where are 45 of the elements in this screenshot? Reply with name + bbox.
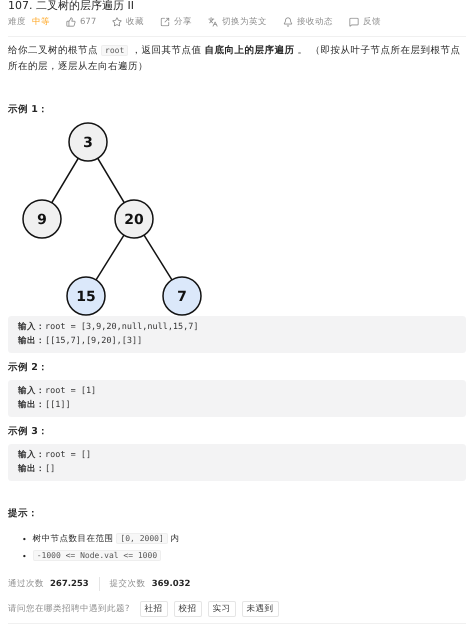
example-line: 输入：root = [1] — [18, 385, 98, 398]
bell-button[interactable]: 接收动态 — [283, 16, 334, 28]
example-line: 输出：[[15,7],[9,20],[3]] — [18, 335, 144, 348]
tree-node: 15 — [66, 276, 106, 316]
example-line: 输出：[[1]] — [18, 399, 72, 412]
recruit-option[interactable]: 实习 — [208, 601, 236, 617]
stat-text: 提交次数 369.032 — [110, 578, 190, 590]
share-icon — [160, 17, 170, 27]
thumbs-up-icon — [66, 17, 76, 27]
bell-icon — [283, 17, 294, 27]
hint-item: 树中节点数目在范围 [0, 2000] 内 — [32, 532, 180, 546]
hint-item: -1000 <= Node.val <= 1000 — [32, 549, 162, 563]
message-icon — [349, 17, 360, 27]
example-line: 输入：root = [] — [18, 449, 92, 462]
example-line: 输出：[] — [18, 463, 56, 476]
recruit-option[interactable]: 社招 — [140, 601, 168, 617]
problem-title: 107. 二叉树的层序遍历 II — [8, 0, 135, 12]
star-icon — [112, 17, 122, 27]
translate-button[interactable]: 切换为英文 — [208, 16, 268, 28]
example-line: 输入：root = [3,9,20,null,null,15,7] — [18, 321, 200, 334]
share-button[interactable]: 分享 — [160, 16, 192, 28]
tree-edge — [51, 158, 79, 204]
problem-description: 给你二叉树的根节点 root ，返回其节点值 自底向上的层序遍历 。 （即按从叶子节点所在层到根节点所在的层，逐层从左向右遍历） — [8, 44, 462, 74]
example-heading: 示例 1： — [8, 103, 49, 116]
recruit-option[interactable]: 未遇到 — [242, 601, 279, 617]
tree-edge — [143, 234, 173, 280]
tree-node: 9 — [22, 199, 62, 239]
feedback-button[interactable]: 反馈 — [349, 16, 382, 28]
tree-node: 20 — [114, 199, 154, 239]
recruit-option[interactable]: 校招 — [174, 601, 202, 617]
like-button[interactable]: 677 — [66, 17, 96, 27]
translate-icon — [208, 17, 218, 27]
stat-text: 通过次数 267.253 — [8, 578, 89, 590]
difficulty-label: 难度 中等 — [8, 16, 50, 28]
example-heading: 示例 3： — [8, 425, 49, 438]
bullet: • — [22, 534, 27, 546]
bullet: • — [22, 550, 27, 562]
star-button[interactable]: 收藏 — [112, 16, 144, 28]
hints-heading: 提示： — [8, 507, 39, 520]
tree-edge — [97, 158, 125, 204]
tree-edge — [95, 234, 125, 280]
tree-node: 7 — [162, 276, 202, 316]
example-heading: 示例 2： — [8, 361, 49, 374]
tree-node: 3 — [68, 122, 108, 162]
recruit-question: 请问您在哪类招聘中遇到此题? — [8, 603, 130, 615]
